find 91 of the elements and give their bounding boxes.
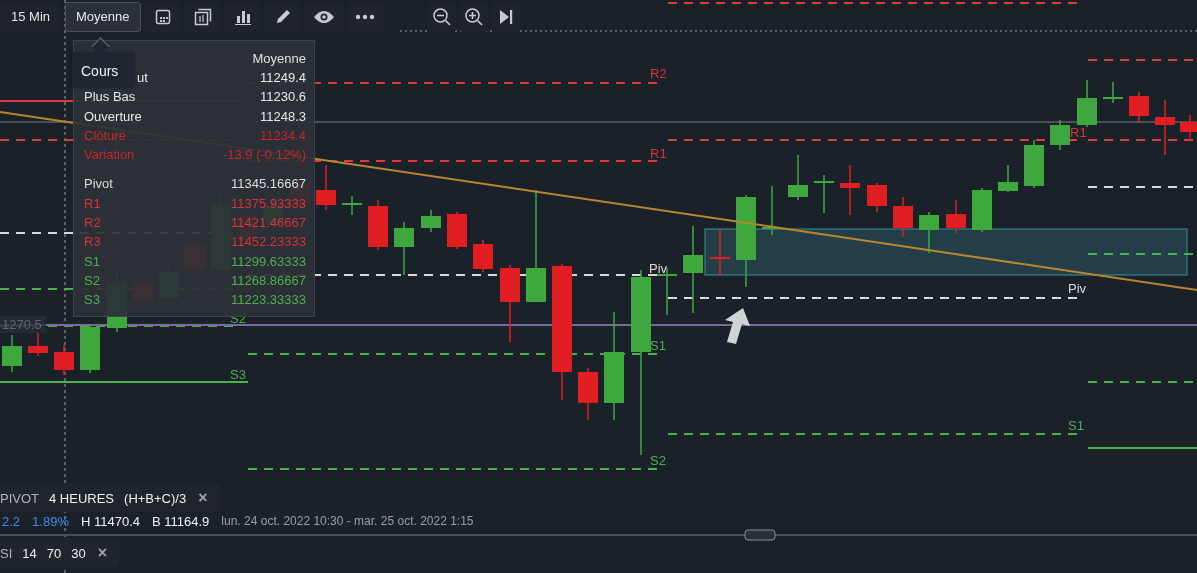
candlestick: [447, 211, 467, 250]
indicator-param: 14: [22, 545, 37, 561]
popup-label: Cours: [72, 52, 134, 86]
candlestick: [421, 209, 441, 233]
candlestick: [1155, 99, 1175, 156]
level-label: Piv: [649, 261, 668, 277]
level-label: S2: [650, 453, 666, 469]
candlestick: [2, 334, 22, 373]
candlestick: [710, 229, 730, 276]
row-label: Clôture: [84, 126, 126, 145]
candlestick: [972, 187, 992, 233]
tooltip-header: Moyenne: [251, 50, 306, 68]
row-value: 11249.4: [259, 69, 306, 87]
candlestick: [893, 196, 913, 238]
zoom-in-icon[interactable]: [460, 1, 488, 32]
pencil-icon[interactable]: [264, 1, 301, 32]
row-label: R1: [84, 194, 101, 213]
level-label: S1: [650, 338, 666, 354]
row-label: S1: [84, 252, 100, 271]
level-label: R1: [650, 146, 667, 162]
calendar-icon[interactable]: [144, 1, 181, 32]
level-label: R2: [650, 66, 667, 82]
row-label: Variation: [84, 146, 135, 165]
ohlc-stat: 1.89%: [32, 514, 69, 529]
row-label: ut: [137, 69, 148, 87]
indicator-name: SI: [0, 545, 13, 561]
row-value: 11268.86667: [231, 271, 306, 290]
row-value: 11230.6: [259, 88, 306, 107]
row-value: 11223.33333: [231, 291, 306, 310]
candlestick: [1050, 119, 1070, 151]
candlestick: [368, 199, 388, 251]
row-value: 11452.23333: [231, 233, 306, 252]
ohlc-stat: lun. 24 oct. 2022 10:30 - mar. 25 oct. 2022 1:15: [221, 514, 474, 529]
candlestick: [919, 211, 939, 254]
candlestick: [80, 324, 100, 374]
row-label: R2: [84, 214, 101, 233]
level-label: S1: [1068, 418, 1084, 434]
row-label: Pivot: [84, 175, 113, 194]
indicator-param: 4 HEURES: [49, 490, 115, 506]
ohlc-stat: 2.2: [2, 514, 21, 529]
candlestick: [342, 195, 362, 216]
row-value: 11421.46667: [231, 214, 306, 233]
candlestick: [1077, 79, 1097, 128]
row-label: Ouverture: [84, 107, 142, 126]
bar-chart-icon[interactable]: [224, 1, 261, 32]
candlestick: [316, 164, 336, 211]
arrow-icon: [725, 308, 750, 344]
toolbar-button[interactable]: Moyenne: [65, 1, 141, 32]
price-tag: 1270.5: [0, 316, 46, 333]
candlestick: [998, 164, 1018, 193]
row-label: S2: [84, 271, 100, 290]
candlestick: [394, 221, 414, 276]
zoom-out-icon[interactable]: [428, 1, 456, 32]
candlestick: [578, 367, 598, 421]
toolbar-button[interactable]: 15 Min: [0, 1, 62, 32]
resize-handle[interactable]: [744, 529, 776, 541]
candlestick: [1103, 81, 1123, 104]
indicator-param: 70: [46, 545, 62, 561]
indicator-param: 30: [71, 545, 86, 561]
row-label: S3: [84, 291, 100, 310]
candlestick: [1129, 91, 1149, 124]
row-value: -13.9 (-0.12%): [222, 146, 306, 165]
candlestick: [788, 154, 808, 201]
level-label: R1: [1070, 125, 1087, 141]
candlestick: [1180, 114, 1197, 141]
ohlc-stat: H 11470.4: [80, 514, 140, 529]
row-value: 11248.3: [259, 107, 306, 126]
indicator-name: PIVOT: [0, 490, 39, 506]
candlestick: [54, 344, 74, 376]
candlestick: [1024, 139, 1044, 189]
row-value: 11375.93333: [231, 194, 306, 213]
row-value: 11345.16667: [231, 175, 306, 194]
level-label: S3: [230, 367, 246, 383]
row-value: 11299.63333: [231, 252, 306, 271]
eye-icon[interactable]: [304, 1, 343, 32]
ohlc-stat: B 11164.9: [152, 514, 210, 529]
level-label: S2: [230, 311, 246, 327]
candlestick: [840, 164, 860, 216]
chart-type-icon[interactable]: [184, 1, 221, 32]
indicator-param: (H+B+C)/3: [124, 490, 187, 506]
level-label: Piv: [1068, 281, 1087, 297]
row-label: Plus Bas: [84, 88, 136, 107]
row-value: 11234.4: [259, 126, 306, 145]
candlestick: [28, 332, 48, 357]
candlestick: [814, 174, 834, 214]
row-label: R3: [84, 233, 101, 252]
skip-end-icon[interactable]: [492, 1, 520, 32]
candlestick: [946, 199, 966, 234]
candlestick: [867, 182, 887, 213]
candlestick: [473, 239, 493, 273]
more-icon[interactable]: [346, 1, 383, 32]
